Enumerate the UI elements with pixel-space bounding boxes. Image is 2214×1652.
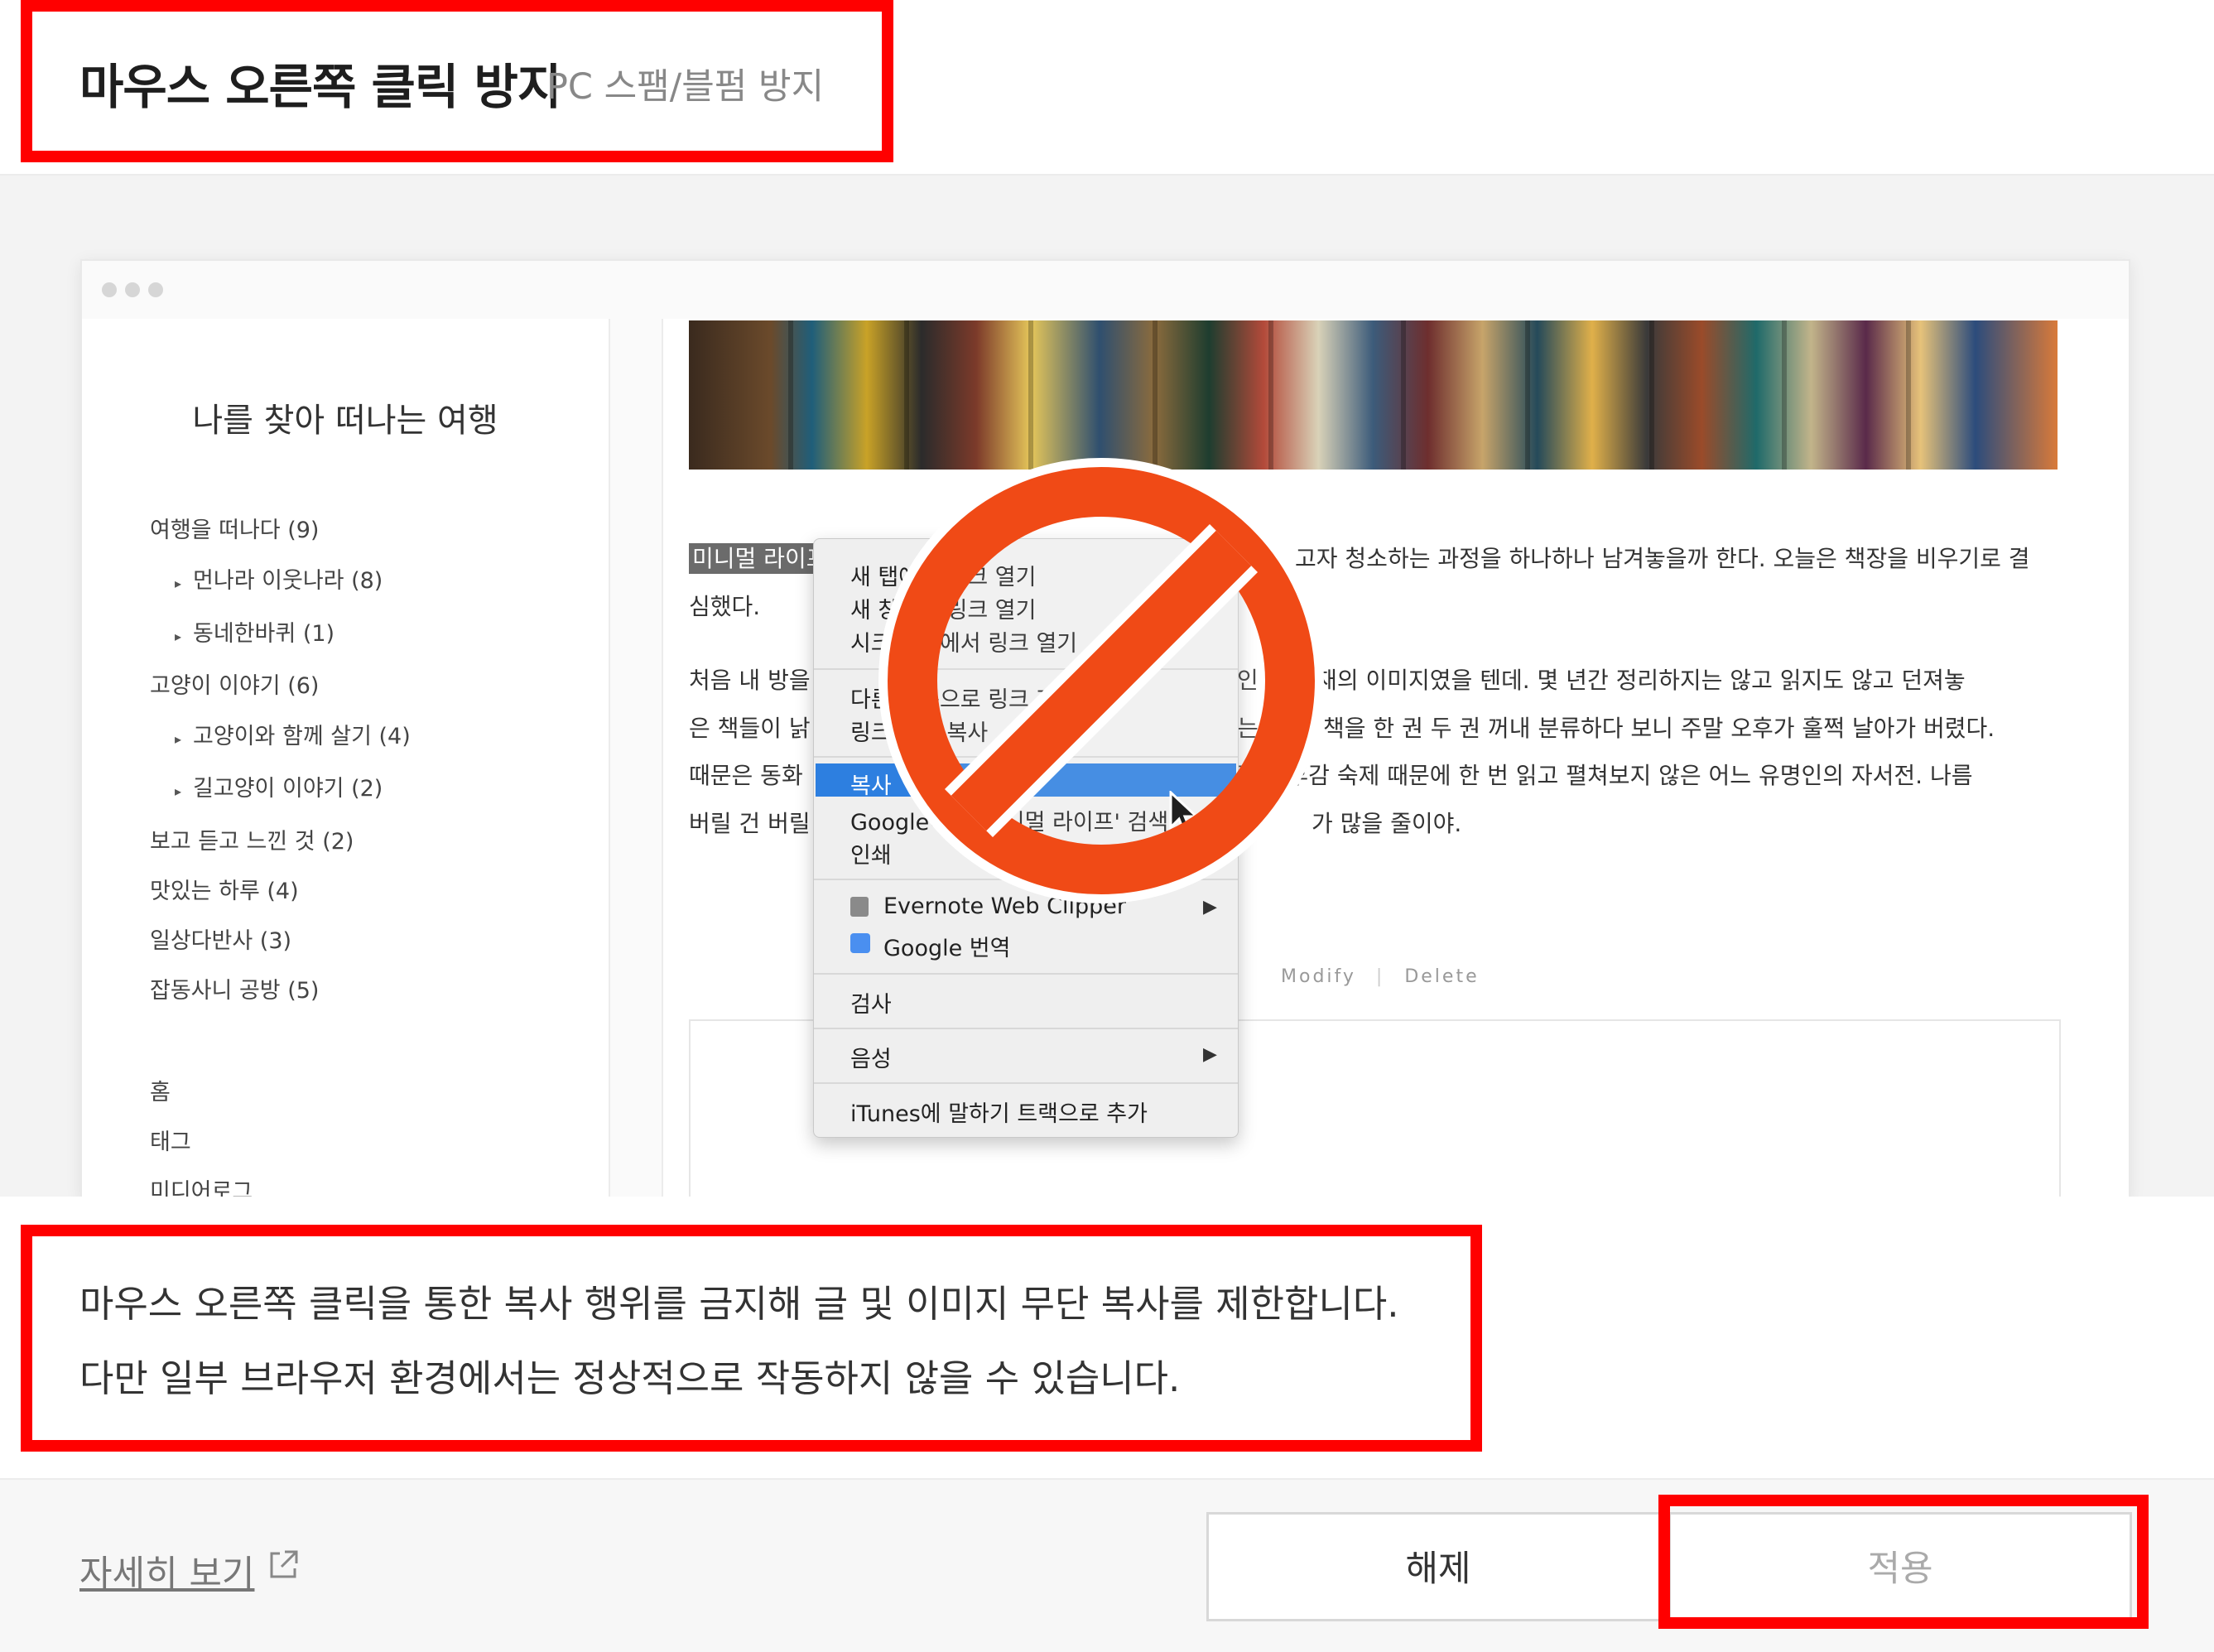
subcategory-item: ▸ 길고양이 이야기 (2) bbox=[175, 776, 383, 802]
menu-separator bbox=[814, 973, 1238, 975]
external-link-icon[interactable] bbox=[267, 1548, 300, 1582]
menu-item-translate: Google 번역 bbox=[883, 936, 1011, 961]
category-item: 일상다반사 (3) bbox=[150, 928, 292, 954]
highlight-box-title bbox=[21, 0, 893, 162]
category-item: 보고 듣고 느낀 것 (2) bbox=[150, 829, 354, 855]
post-line: 버릴 건 버릴 bbox=[689, 810, 811, 837]
post-line: 고자 청소하는 과정을 하나하나 남겨놓을까 한다. 오늘은 책장을 비우기로 … bbox=[1295, 545, 2030, 572]
nav-link-home: 홈 bbox=[150, 1080, 171, 1105]
category-item: 잡동사니 공방 (5) bbox=[150, 978, 320, 1004]
window-dot bbox=[102, 282, 117, 297]
subcategory-item: ▸ 고양이와 함께 살기 (4) bbox=[175, 724, 411, 749]
blog-sidebar: 나를 찾아 떠나는 여행 여행을 떠나다 (9) ▸ 먼나라 이웃나라 (8) ▸… bbox=[82, 319, 610, 1198]
post-line: 미니멀 라이프 bbox=[689, 541, 831, 574]
post-actions: Modify | Delete bbox=[1281, 966, 1480, 987]
post-line: 는 거 로 책을 한 권 두 권 꺼내 분류하다 보니 주말 오후가 훌쩍 날아… bbox=[1237, 715, 1995, 742]
window-dot bbox=[148, 282, 163, 297]
bullet-icon: ▸ bbox=[175, 731, 182, 747]
bullet-icon: ▸ bbox=[175, 783, 182, 799]
post-line: 점 숙후감 숙제 때문에 한 번 읽고 펼쳐보지 않은 어느 유명인의 자서전.… bbox=[1237, 762, 1973, 789]
evernote-icon bbox=[850, 897, 869, 917]
bookshelf-image bbox=[689, 320, 2058, 470]
highlight-box-description bbox=[21, 1225, 1482, 1452]
blog-title: 나를 찾아 떠나는 여행 bbox=[192, 402, 498, 440]
delete-link: Delete bbox=[1404, 966, 1480, 987]
post-line: 은 책들이 낡 bbox=[689, 715, 811, 742]
menu-item-speech: 음성 bbox=[850, 1047, 892, 1072]
menu-separator bbox=[814, 1082, 1238, 1084]
menu-separator bbox=[814, 1028, 1238, 1029]
prohibition-icon bbox=[878, 458, 1324, 903]
post-line: 때문은 동화 bbox=[689, 762, 803, 789]
subcategory-item: ▸ 먼나라 이웃나라 (8) bbox=[175, 568, 383, 594]
release-button[interactable]: 해제 bbox=[1206, 1512, 1670, 1621]
google-translate-icon bbox=[850, 933, 870, 953]
post-line: 가 많을 줄이야. bbox=[1312, 810, 1462, 837]
category-item: 여행을 떠나다 (9) bbox=[150, 518, 320, 543]
selected-text: 미니멀 라이프 bbox=[689, 543, 831, 574]
highlight-box-apply bbox=[1658, 1495, 2149, 1629]
modify-link: Modify bbox=[1281, 966, 1356, 987]
bullet-icon: ▸ bbox=[175, 629, 182, 644]
category-item: 맛있는 하루 (4) bbox=[150, 879, 299, 904]
nav-link-tag: 태그 bbox=[150, 1129, 191, 1155]
menu-item-inspect: 검사 bbox=[850, 992, 892, 1018]
submenu-arrow-icon: ▶ bbox=[1203, 1044, 1217, 1065]
menu-item-itunes: iTunes에 말하기 트랙으로 추가 bbox=[850, 1101, 1148, 1127]
post-line: 인 오 서재의 이미지였을 텐데. 몇 년간 정리하지는 않고 읽지도 않고 던… bbox=[1237, 667, 1966, 694]
window-dot bbox=[125, 282, 140, 297]
category-item: 고양이 이야기 (6) bbox=[150, 673, 320, 699]
subcategory-item: ▸ 동네한바퀴 (1) bbox=[175, 621, 335, 647]
learn-more-link[interactable]: 자세히 보기 bbox=[79, 1545, 254, 1597]
post-line: 처음 내 방을 bbox=[689, 667, 811, 694]
post-line: 심했다. bbox=[689, 593, 761, 620]
bullet-icon: ▸ bbox=[175, 576, 182, 591]
